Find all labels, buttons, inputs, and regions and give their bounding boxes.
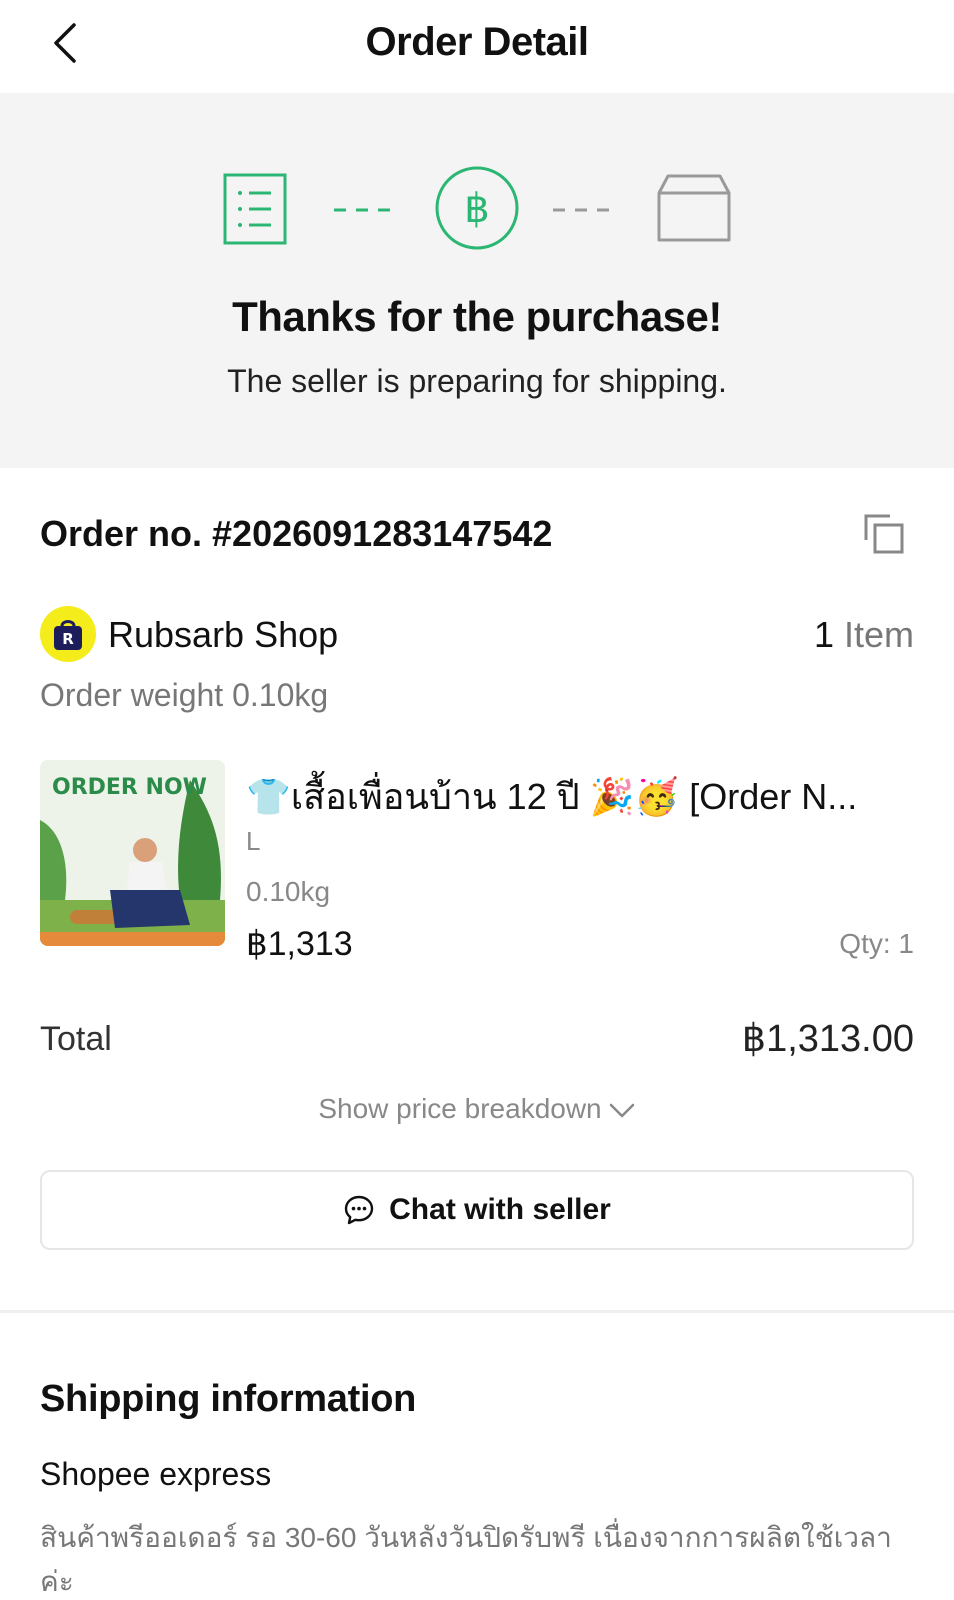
page-title: Order Detail <box>365 20 589 64</box>
item-count-number: 1 <box>813 614 834 655</box>
order-number: Order no. #2026091283147542 <box>40 513 553 554</box>
product-title[interactable]: 👕เสื้อเพื่อนบ้าน 12 ปี 🎉🥳 [Order N... <box>246 768 916 825</box>
chevron-down-icon <box>609 1103 634 1117</box>
baht-payment-icon: ฿ <box>435 166 519 250</box>
total-value: ฿1,313.00 <box>741 1018 914 1060</box>
step-payment: ฿ <box>434 165 520 256</box>
item-count-unit: Item <box>843 614 914 655</box>
product-image: ORDER NOW <box>40 760 225 946</box>
shop-name[interactable]: Rubsarb Shop <box>108 614 338 656</box>
product-thumb-text: ORDER NOW <box>52 775 207 800</box>
copy-icon <box>864 514 904 554</box>
shipping-carrier: Shopee express <box>40 1456 272 1492</box>
step-order-placed <box>223 173 287 250</box>
top-bar: Order Detail <box>0 0 954 93</box>
product-quantity: Qty: 1 <box>839 928 914 959</box>
step-connector <box>334 208 394 212</box>
order-list-icon <box>223 173 287 245</box>
product-price: ฿1,313 <box>246 925 353 963</box>
item-count: 1 Item <box>814 614 914 656</box>
chat-with-seller-label: Chat with seller <box>389 1193 611 1226</box>
chat-bubble-icon <box>344 1195 374 1225</box>
package-box-icon <box>657 174 731 242</box>
svg-text:R: R <box>62 630 74 648</box>
shipping-heading: Shipping information <box>40 1378 417 1420</box>
copy-order-number-button[interactable] <box>862 512 910 560</box>
product-variant: L <box>246 826 261 856</box>
price-breakdown-label: Show price breakdown <box>318 1093 602 1124</box>
total-label: Total <box>40 1020 112 1058</box>
status-title: Thanks for the purchase! <box>232 293 722 340</box>
svg-text:฿: ฿ <box>464 186 489 232</box>
status-subtitle: The seller is preparing for shipping. <box>227 363 727 399</box>
show-price-breakdown-button[interactable]: Show price breakdown <box>0 1093 954 1125</box>
step-shipping <box>656 173 732 248</box>
section-divider <box>0 1310 954 1313</box>
shipping-note: สินค้าพรีออเดอร์ รอ 30-60 วันหลังวันปิดร… <box>40 1522 892 1597</box>
order-weight: Order weight 0.10kg <box>40 677 329 713</box>
shop-logo: R <box>40 606 96 662</box>
shopping-bag-icon: R <box>54 620 82 650</box>
step-connector <box>553 208 613 212</box>
chat-with-seller-button[interactable]: Chat with seller <box>40 1170 914 1250</box>
product-weight: 0.10kg <box>246 876 331 907</box>
order-status-panel: ฿ Thanks for the purchase! The seller is… <box>0 93 954 468</box>
product-thumbnail[interactable]: ORDER NOW <box>40 760 225 946</box>
